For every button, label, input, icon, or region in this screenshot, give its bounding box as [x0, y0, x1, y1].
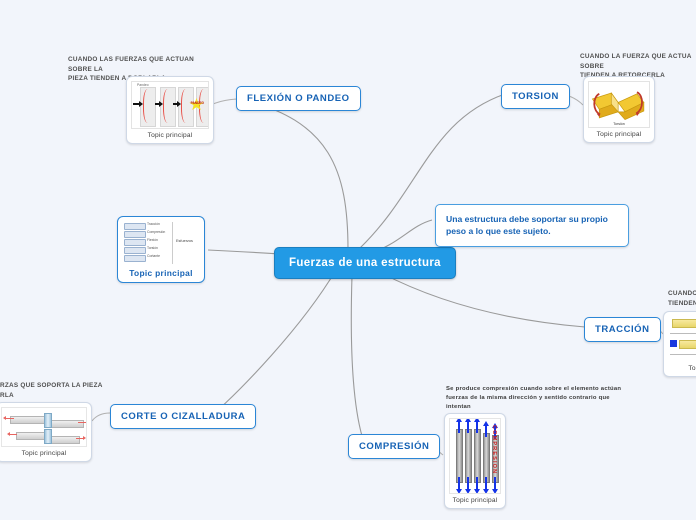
compresion-image-word: COMPRESION: [491, 425, 497, 475]
torsion-image-caption: Torsión: [613, 122, 625, 126]
card-topic-label: Top: [688, 365, 696, 372]
central-node[interactable]: Fuerzas de una estructura: [274, 247, 456, 279]
traccion-image: [668, 316, 696, 362]
card-traccion[interactable]: Top: [663, 311, 696, 377]
branch-corte[interactable]: CORTE O CIZALLADURA: [110, 404, 257, 429]
card-torsion[interactable]: Torsión Topic principal: [583, 76, 655, 143]
card-topic-label: Topic principal: [129, 268, 193, 278]
annotation-traccion: CUANDO TIENDEN: [668, 290, 696, 307]
annotation-corte: RZAS QUE SOPORTA LA PIEZA RLA: [0, 382, 103, 399]
card-topic-label: Topic principal: [147, 132, 193, 139]
card-corte[interactable]: Topic principal: [0, 402, 92, 462]
branch-traccion[interactable]: TRACCIÓN: [584, 317, 661, 342]
branch-torsion[interactable]: TORSION: [501, 84, 570, 109]
flexion-image: Pandeo PANDEO: [131, 81, 209, 129]
branch-flexion[interactable]: FLEXIÓN O PANDEO: [236, 86, 361, 111]
card-topic-label: Topic principal: [596, 131, 642, 138]
mindmap-canvas: Fuerzas de una estructura CUANDO LAS FUE…: [0, 0, 696, 520]
tabla-note: Esfuerzos: [176, 239, 193, 243]
card-topic-label: Topic principal: [21, 450, 67, 457]
corte-image: [1, 407, 87, 447]
card-flexion[interactable]: Pandeo PANDEO Topic principal: [126, 76, 214, 144]
torsion-image: Torsión: [588, 81, 650, 128]
card-tabla[interactable]: Tracción Compresión Flexión Torsión Cort…: [117, 216, 205, 283]
tabla-image: Tracción Compresión Flexión Torsión Cort…: [122, 221, 200, 265]
flexion-image-badge: PANDEO: [190, 101, 204, 105]
branch-compresion[interactable]: COMPRESIÓN: [348, 434, 441, 459]
note-peso-estructura[interactable]: Una estructura debe soportar su propio p…: [435, 204, 629, 247]
compresion-image: COMPRESION: [449, 418, 501, 494]
card-compresion[interactable]: COMPRESION Topic principal: [444, 413, 506, 509]
card-topic-label: Topic principal: [452, 497, 498, 504]
